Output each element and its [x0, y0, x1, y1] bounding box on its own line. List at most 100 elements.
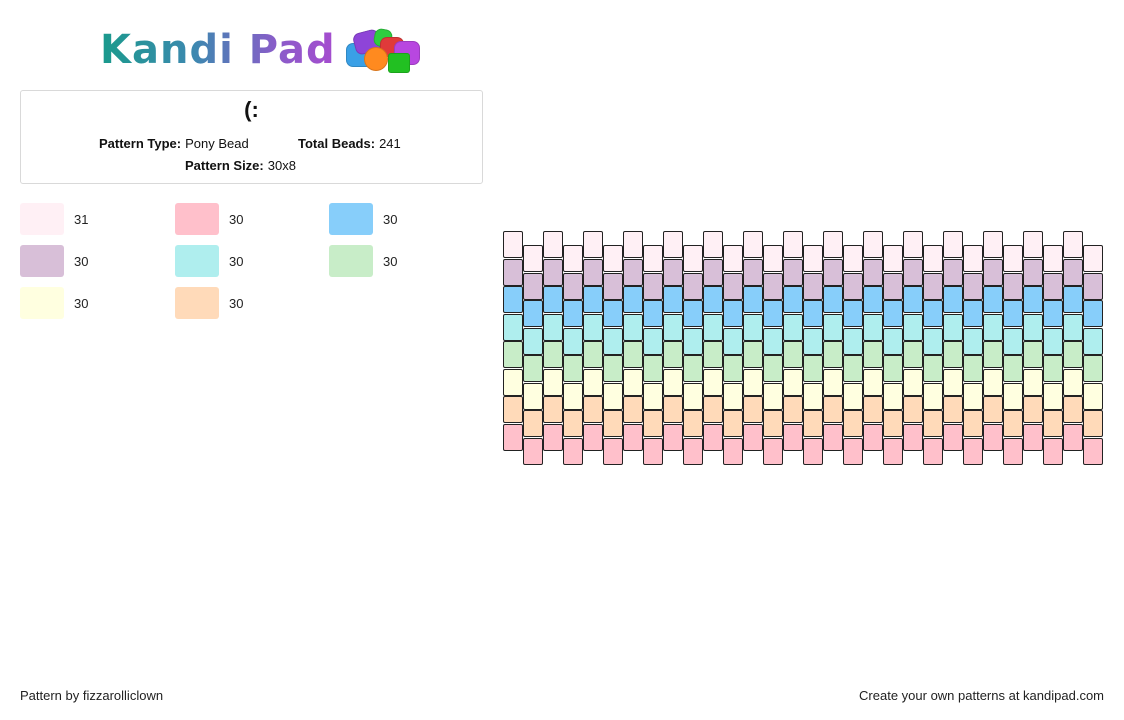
- bead: [803, 382, 823, 410]
- bead: [883, 272, 903, 300]
- bead: [643, 382, 663, 410]
- bead: [663, 231, 683, 258]
- bead: [583, 231, 603, 258]
- bead: [1063, 286, 1083, 313]
- bead: [823, 231, 843, 258]
- kandipad-link[interactable]: Create your own patterns at kandipad.com: [859, 688, 1104, 703]
- bead: [1003, 410, 1023, 437]
- bead-count: 30: [229, 253, 244, 269]
- bead: [903, 313, 923, 341]
- bead: [823, 396, 843, 423]
- bead: [1083, 245, 1103, 272]
- bead: [863, 423, 883, 451]
- bead: [583, 286, 603, 313]
- bead: [643, 245, 663, 272]
- bead: [503, 341, 523, 368]
- bead: [983, 231, 1003, 258]
- bead: [683, 245, 703, 272]
- bead: [1043, 410, 1063, 437]
- bead: [923, 327, 943, 355]
- bead: [1063, 423, 1083, 451]
- bead: [1023, 286, 1043, 313]
- bead: [823, 313, 843, 341]
- bead: [563, 245, 583, 272]
- bead: [1003, 355, 1023, 382]
- bead: [1063, 368, 1083, 396]
- bead: [643, 437, 663, 465]
- bead: [703, 396, 723, 423]
- bead: [563, 300, 583, 327]
- bead: [1063, 258, 1083, 286]
- bead: [843, 327, 863, 355]
- bead: [543, 258, 563, 286]
- bead: [963, 437, 983, 465]
- legend-item: 30: [329, 203, 397, 235]
- legend-item: 31: [20, 203, 88, 235]
- color-swatch: [175, 245, 219, 277]
- bead: [763, 437, 783, 465]
- pattern-type-value: Pony Bead: [185, 136, 249, 151]
- bead: [1043, 272, 1063, 300]
- bead: [1023, 423, 1043, 451]
- bead: [1043, 382, 1063, 410]
- bead: [663, 313, 683, 341]
- bead: [1083, 327, 1103, 355]
- bead-count: 31: [74, 211, 89, 227]
- bead: [823, 423, 843, 451]
- bead: [523, 245, 543, 272]
- bead: [743, 286, 763, 313]
- bead: [743, 313, 763, 341]
- bead: [923, 437, 943, 465]
- bead: [683, 327, 703, 355]
- total-beads-value: 241: [379, 136, 401, 151]
- bead: [903, 258, 923, 286]
- legend-item: 30: [20, 287, 88, 319]
- bead: [923, 410, 943, 437]
- bead: [1003, 272, 1023, 300]
- bead: [983, 341, 1003, 368]
- bead: [683, 410, 703, 437]
- bead: [1063, 396, 1083, 423]
- bead: [543, 286, 563, 313]
- bead: [663, 286, 683, 313]
- bead: [1003, 327, 1023, 355]
- color-swatch: [20, 245, 64, 277]
- bead-pattern-grid: [503, 231, 1105, 469]
- bead: [663, 258, 683, 286]
- bead: [883, 410, 903, 437]
- bead: [1043, 245, 1063, 272]
- bead: [943, 341, 963, 368]
- bead: [883, 300, 903, 327]
- bead: [923, 355, 943, 382]
- bead: [1043, 300, 1063, 327]
- bead: [843, 410, 863, 437]
- bead: [503, 368, 523, 396]
- bead: [563, 327, 583, 355]
- bead: [803, 355, 823, 382]
- bead: [783, 286, 803, 313]
- bead: [923, 382, 943, 410]
- bead: [543, 396, 563, 423]
- bead: [723, 382, 743, 410]
- bead: [843, 300, 863, 327]
- kandi-pad-logo[interactable]: Kandi Pad: [100, 26, 424, 74]
- bead: [1063, 341, 1083, 368]
- bead: [763, 272, 783, 300]
- bead: [563, 437, 583, 465]
- bead: [603, 355, 623, 382]
- bead: [843, 245, 863, 272]
- bead: [803, 327, 823, 355]
- bead: [543, 423, 563, 451]
- bead: [1003, 437, 1023, 465]
- bead-count: 30: [74, 253, 89, 269]
- color-swatch: [329, 245, 373, 277]
- bead: [983, 368, 1003, 396]
- bead: [803, 245, 823, 272]
- bead: [763, 327, 783, 355]
- bead: [1083, 272, 1103, 300]
- bead: [583, 258, 603, 286]
- bead: [823, 258, 843, 286]
- bead: [563, 382, 583, 410]
- bead: [903, 341, 923, 368]
- bead: [743, 396, 763, 423]
